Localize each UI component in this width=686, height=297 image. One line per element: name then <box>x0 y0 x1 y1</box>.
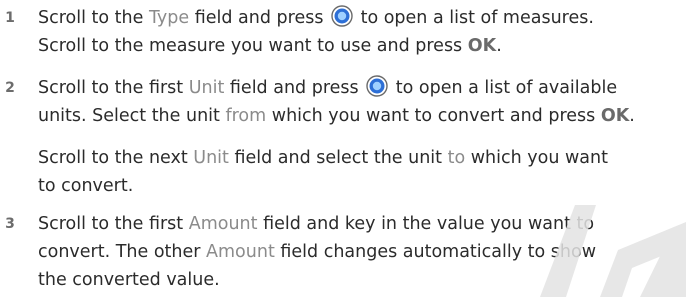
step-line: Scroll to the measure you want to use an… <box>38 36 502 56</box>
step-line: units. Select the unit from which you wa… <box>38 106 635 126</box>
ui-term-amount: Amount <box>188 214 258 234</box>
step-line: Scroll to the Type field and press to op… <box>38 4 678 32</box>
step-line: Scroll to the first Unit field and press… <box>38 74 678 102</box>
navi-key-icon <box>366 75 388 97</box>
ui-term-amount: Amount <box>206 242 275 262</box>
step-line: Scroll to the next Unit field and select… <box>38 148 608 168</box>
step-3: 3 Scroll to the first Amount field and k… <box>0 210 686 294</box>
step-line: the converted value. <box>38 270 220 290</box>
navi-key-icon <box>331 5 353 27</box>
step-text: Scroll to the Type field and press to op… <box>38 4 678 60</box>
step-line: Scroll to the first Amount field and key… <box>38 214 595 234</box>
ui-term-from: from <box>225 106 267 126</box>
step-number: 3 <box>5 216 15 232</box>
step-line: to convert. <box>38 176 134 196</box>
step-number: 2 <box>5 80 15 96</box>
step-1: 1 Scroll to the Type field and press to … <box>0 4 686 60</box>
step-text: Scroll to the first Unit field and press… <box>38 74 678 130</box>
step-text: Scroll to the first Amount field and key… <box>38 210 678 294</box>
ok-term: OK <box>600 106 630 126</box>
manual-page: 1 Scroll to the Type field and press to … <box>0 0 686 297</box>
step-subparagraph: Scroll to the next Unit field and select… <box>38 144 678 200</box>
ok-term: OK <box>467 36 497 56</box>
ui-term-to: to <box>447 148 466 168</box>
ui-term-unit: Unit <box>188 78 225 98</box>
ui-term-type: Type <box>148 8 190 28</box>
step-line: convert. The other Amount field changes … <box>38 242 597 262</box>
step-2: 2 Scroll to the first Unit field and pre… <box>0 74 686 196</box>
ui-term-unit: Unit <box>193 148 229 168</box>
step-number: 1 <box>5 10 15 26</box>
